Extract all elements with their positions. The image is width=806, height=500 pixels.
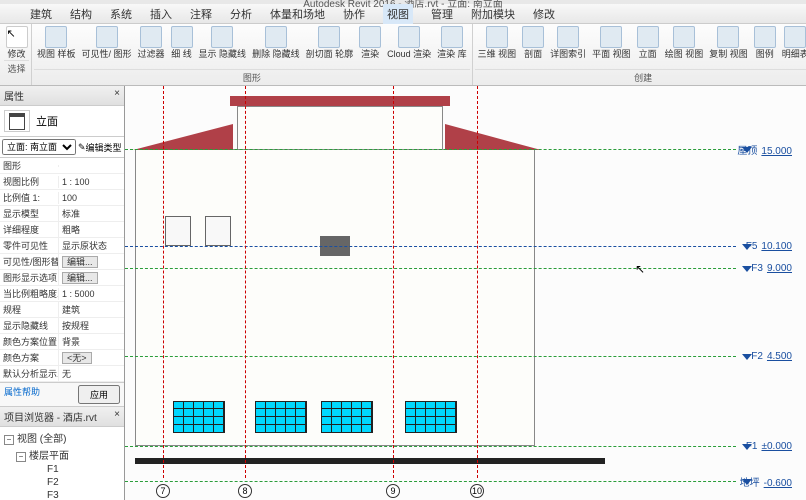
elevation-icon: [4, 110, 30, 132]
prop-row[interactable]: 颜色方案<无>: [0, 350, 124, 366]
grid-line[interactable]: [163, 86, 164, 478]
prop-row[interactable]: 颜色方案位置背景: [0, 334, 124, 350]
grid-bubble[interactable]: 10: [470, 484, 484, 498]
drafting-button[interactable]: 绘图 视图: [662, 25, 707, 69]
properties-title: 属性×: [0, 86, 124, 106]
drawing-canvas[interactable]: 屋顶15.000 F510.100 F39.000 F24.500 F1±0.000 地坪…: [125, 86, 806, 500]
type-label: 立面: [36, 113, 58, 129]
prop-row[interactable]: 详细程度粗略: [0, 222, 124, 238]
tree-root[interactable]: 视图 (全部): [2, 429, 122, 446]
prop-row[interactable]: 图形: [0, 158, 124, 174]
roof-left: [133, 124, 233, 150]
roof: [230, 96, 450, 106]
grid-bubble[interactable]: 7: [156, 484, 170, 498]
elevation-button[interactable]: 立面: [634, 25, 662, 69]
cloud-render-button[interactable]: Cloud 渲染: [384, 25, 434, 69]
menu-item[interactable]: 插入: [150, 6, 172, 22]
close-icon[interactable]: ×: [114, 409, 120, 424]
thinlines-button[interactable]: 细 线: [168, 25, 196, 69]
menu-item[interactable]: 体量和场地: [270, 6, 325, 22]
family-select[interactable]: 立面: 南立面: [2, 139, 76, 155]
grid-line[interactable]: [477, 86, 478, 478]
menu-item[interactable]: 修改: [533, 6, 555, 22]
tree-node[interactable]: 楼层平面: [2, 446, 122, 463]
prop-row[interactable]: 视图比例1 : 100: [0, 174, 124, 190]
grid-bubble[interactable]: 9: [386, 484, 400, 498]
level-line[interactable]: 屋顶15.000: [125, 149, 806, 150]
prop-row[interactable]: 显示模型标准: [0, 206, 124, 222]
duplicate-button[interactable]: 复制 视图: [706, 25, 751, 69]
prop-row[interactable]: 显示隐藏线按规程: [0, 318, 124, 334]
prop-row[interactable]: 比例值 1:100: [0, 190, 124, 206]
cut-profile-button[interactable]: 剖切面 轮廓: [303, 25, 357, 69]
browser-title: 项目浏览器 - 酒店.rvt×: [0, 407, 124, 427]
remove-hidden-button[interactable]: 删除 隐藏线: [249, 25, 303, 69]
menu-item[interactable]: 建筑: [30, 6, 52, 22]
modify-button[interactable]: ↖修改: [4, 25, 29, 60]
schedule-button[interactable]: 明细表: [779, 25, 806, 69]
level-line[interactable]: F510.100: [125, 246, 806, 247]
prop-row[interactable]: 零件可见性显示原状态: [0, 238, 124, 254]
tree-leaf[interactable]: F3: [2, 489, 122, 500]
grid-line[interactable]: [245, 86, 246, 478]
menu-item[interactable]: 附加模块: [471, 6, 515, 22]
level-line[interactable]: 地坪-0.600: [125, 481, 806, 482]
window: [405, 401, 457, 433]
close-icon[interactable]: ×: [114, 88, 120, 103]
grid-bubble[interactable]: 8: [238, 484, 252, 498]
ribbon: ↖修改 选择 视图 样板 可见性/ 图形 过滤器 细 线 显示 隐藏线 删除 隐…: [0, 24, 806, 86]
upper-wall: [237, 106, 443, 150]
tree-leaf[interactable]: F2: [2, 476, 122, 489]
menu-item[interactable]: 视图: [383, 4, 413, 24]
type-selector[interactable]: 立面: [0, 106, 124, 137]
prop-row[interactable]: 图形显示选项编辑...: [0, 270, 124, 286]
roof-right: [445, 124, 541, 150]
prop-row[interactable]: 默认分析显示...无: [0, 366, 124, 382]
menu-item[interactable]: 结构: [70, 6, 92, 22]
menu-item[interactable]: 管理: [431, 6, 453, 22]
opening: [165, 216, 191, 246]
prop-row[interactable]: 可见性/图形替换编辑...: [0, 254, 124, 270]
window: [321, 401, 373, 433]
legend-button[interactable]: 图例: [751, 25, 779, 69]
level-line[interactable]: F39.000: [125, 268, 806, 269]
show-hidden-button[interactable]: 显示 隐藏线: [196, 25, 250, 69]
project-browser[interactable]: 视图 (全部) 楼层平面 F1 F2 F3 F5 F6 地坪 地下一层 三维视图…: [0, 427, 124, 500]
prop-row[interactable]: 规程建筑: [0, 302, 124, 318]
level-line[interactable]: F24.500: [125, 356, 806, 357]
edit-type-button[interactable]: ✎ 编辑类型: [78, 139, 122, 155]
callout-button[interactable]: 详图索引: [547, 25, 589, 69]
ground: [135, 458, 605, 464]
render-button[interactable]: 渲染: [356, 25, 384, 69]
section-button[interactable]: 剖面: [519, 25, 547, 69]
tree-leaf[interactable]: F1: [2, 463, 122, 476]
filter-button[interactable]: 过滤器: [135, 25, 168, 69]
cursor-icon: ↖: [635, 262, 645, 276]
render-lib-button[interactable]: 渲染 库: [434, 25, 470, 69]
window: [173, 401, 225, 433]
menu-item[interactable]: 注释: [190, 6, 212, 22]
visibility-button[interactable]: 可见性/ 图形: [79, 25, 135, 69]
menu-item[interactable]: 系统: [110, 6, 132, 22]
view-template-button[interactable]: 视图 样板: [34, 25, 79, 69]
window: [255, 401, 307, 433]
menu-bar: 建筑 结构 系统 插入 注释 分析 体量和场地 协作 视图 管理 附加模块 修改: [0, 4, 806, 24]
level-line[interactable]: F1±0.000: [125, 446, 806, 447]
opening: [205, 216, 231, 246]
plan-view-button[interactable]: 平面 视图: [589, 25, 634, 69]
grid-line[interactable]: [393, 86, 394, 478]
left-panel: 属性× 立面 立面: 南立面 ✎ 编辑类型 图形视图比例1 : 100比例值 1…: [0, 86, 125, 500]
apply-button[interactable]: 应用: [78, 385, 120, 404]
prop-row[interactable]: 当比例粗略度...1 : 5000: [0, 286, 124, 302]
props-help-link[interactable]: 属性帮助: [4, 385, 40, 398]
menu-item[interactable]: 分析: [230, 6, 252, 22]
3d-view-button[interactable]: 三维 视图: [475, 25, 520, 69]
menu-item[interactable]: 协作: [343, 6, 365, 22]
